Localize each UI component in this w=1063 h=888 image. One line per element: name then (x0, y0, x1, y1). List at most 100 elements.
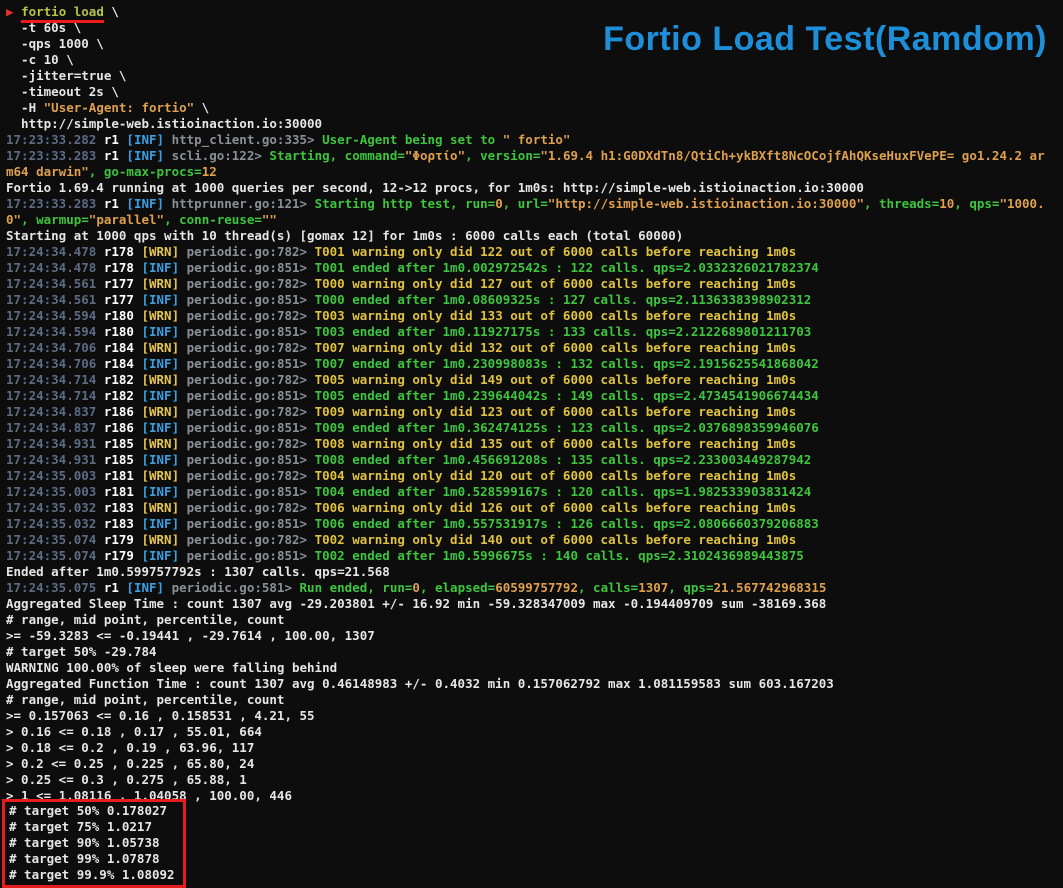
log-level-info-badge: [INF] (141, 260, 187, 275)
timestamp: 17:24:35.003 (6, 468, 104, 483)
log-level-warning-badge: [WRN] (141, 404, 187, 419)
log-message-success: , version= (465, 148, 541, 163)
terminal-text: Aggregated Function Time : count 1307 av… (6, 676, 834, 691)
timestamp: 17:24:35.032 (6, 500, 104, 515)
terminal-text: # target 50% -29.784 (6, 644, 157, 659)
terminal-line: # target 75% 1.0217 (9, 819, 175, 835)
thread-id: r181 (103, 468, 142, 483)
thread-id: r180 (103, 324, 142, 339)
log-message-success: , elapsed= (419, 580, 496, 595)
terminal-text: > 0.2 <= 0.25 , 0.225 , 65.80, 24 (6, 756, 255, 771)
source-location: scli.go:122> (171, 148, 270, 163)
log-message-success: T004 ended after 1m0.528599167s : 120 ca… (314, 484, 812, 499)
terminal-line: Aggregated Sleep Time : count 1307 avg -… (6, 596, 1063, 612)
source-location: periodic.go:782> (186, 468, 315, 483)
source-location: periodic.go:782> (186, 244, 315, 259)
title-annotation: Fortio Load Test(Ramdom) (603, 20, 1047, 58)
string-value: 60599757792 (495, 580, 578, 595)
string-value: " fortio" (502, 132, 571, 147)
terminal-text: > 0.16 <= 0.18 , 0.17 , 55.01, 664 (6, 724, 262, 739)
timestamp: 17:24:34.561 (6, 276, 104, 291)
terminal-window: { "palette": { "background": "#0d0d0d", … (0, 0, 1063, 888)
terminal-text: \ (103, 4, 119, 19)
terminal-text: Starting at 1000 qps with 10 thread(s) [… (6, 228, 684, 243)
source-location: periodic.go:851> (186, 292, 315, 307)
source-location: periodic.go:782> (186, 500, 315, 515)
timestamp: 17:24:34.478 (6, 260, 104, 275)
timestamp: 17:24:35.074 (6, 532, 104, 547)
terminal-line: 17:24:35.074 r179 [INF] periodic.go:851>… (6, 548, 1063, 564)
log-message-warning: T000 warning only did 127 out of 6000 ca… (314, 276, 797, 291)
source-location: periodic.go:851> (186, 324, 315, 339)
terminal-line: 17:23:33.283 r1 [INF] scli.go:122> Start… (6, 148, 1063, 164)
terminal-line: 17:24:34.706 r184 [INF] periodic.go:851>… (6, 356, 1063, 372)
log-message-success: T003 ended after 1m0.11927175s : 133 cal… (314, 324, 812, 339)
terminal-line: 17:24:34.594 r180 [WRN] periodic.go:782>… (6, 308, 1063, 324)
log-message-success: T006 ended after 1m0.557531917s : 126 ca… (314, 516, 819, 531)
terminal-line: Ended after 1m0.599757792s : 1307 calls.… (6, 564, 1063, 580)
string-value: 0 (412, 580, 420, 595)
prompt-arrow-icon: ▶ (6, 4, 22, 19)
thread-id: r186 (103, 420, 142, 435)
terminal-line: # range, mid point, percentile, count (6, 692, 1063, 708)
terminal-line: >= -59.3283 <= -0.19441 , -29.7614 , 100… (6, 628, 1063, 644)
terminal-line: 17:24:34.931 r185 [WRN] periodic.go:782>… (6, 436, 1063, 452)
terminal-line: > 0.25 <= 0.3 , 0.275 , 65.88, 1 (6, 772, 1063, 788)
log-level-warning-badge: [WRN] (141, 340, 187, 355)
terminal-line: 17:24:34.478 r178 [WRN] periodic.go:782>… (6, 244, 1063, 260)
log-message-success: , warmup= (21, 212, 89, 227)
log-message-success: T005 ended after 1m0.239644042s : 149 ca… (314, 388, 819, 403)
timestamp: 17:24:34.561 (6, 292, 104, 307)
log-level-info-badge: [INF] (141, 356, 187, 371)
log-level-info-badge: [INF] (126, 196, 172, 211)
timestamp: 17:24:34.594 (6, 324, 104, 339)
thread-id: r1 (103, 580, 127, 595)
terminal-line: 17:24:34.478 r178 [INF] periodic.go:851>… (6, 260, 1063, 276)
log-message-success: , go-max-procs= (88, 164, 202, 179)
thread-id: r1 (103, 196, 127, 211)
timestamp: 17:24:34.706 (6, 340, 104, 355)
terminal-line: > 0.2 <= 0.25 , 0.225 , 65.80, 24 (6, 756, 1063, 772)
log-message-success: , conn-reuse= (164, 212, 262, 227)
string-value: 21.567742968315 (713, 580, 827, 595)
log-message-success: , qps= (954, 196, 1000, 211)
timestamp: 17:24:34.706 (6, 356, 104, 371)
terminal-line: http://simple-web.istioinaction.io:30000 (6, 116, 1063, 132)
terminal-text: # target 90% 1.05738 (9, 835, 160, 850)
terminal-line: 17:24:34.714 r182 [WRN] periodic.go:782>… (6, 372, 1063, 388)
terminal-text: >= -59.3283 <= -0.19441 , -29.7614 , 100… (6, 628, 375, 643)
source-location: periodic.go:851> (186, 356, 315, 371)
terminal-output: ▶ fortio load \ -t 60s \ -qps 1000 \ -c … (0, 0, 1063, 888)
terminal-line: ▶ fortio load \ (6, 4, 1063, 23)
log-level-info-badge: [INF] (141, 420, 187, 435)
thread-id: r181 (103, 484, 142, 499)
timestamp: 17:24:34.837 (6, 420, 104, 435)
source-location: periodic.go:581> (171, 580, 300, 595)
string-value: "1000. (999, 196, 1045, 211)
log-level-warning-badge: [WRN] (141, 244, 187, 259)
log-message-success: T009 ended after 1m0.362474125s : 123 ca… (314, 420, 819, 435)
log-level-warning-badge: [WRN] (141, 276, 187, 291)
log-message-success: T008 ended after 1m0.456691208s : 135 ca… (314, 452, 812, 467)
terminal-text: Aggregated Sleep Time : count 1307 avg -… (6, 596, 827, 611)
timestamp: 17:24:34.837 (6, 404, 104, 419)
terminal-text: > 0.25 <= 0.3 , 0.275 , 65.88, 1 (6, 772, 247, 787)
thread-id: r185 (103, 452, 142, 467)
thread-id: r184 (103, 340, 142, 355)
source-location: periodic.go:782> (186, 276, 315, 291)
log-message-warning: T009 warning only did 123 out of 6000 ca… (314, 404, 797, 419)
terminal-line: -jitter=true \ (6, 68, 1063, 84)
terminal-text: # range, mid point, percentile, count (6, 692, 285, 707)
source-location: periodic.go:782> (186, 404, 315, 419)
terminal-line: # target 50% 0.178027 (9, 803, 175, 819)
log-message-success: T002 ended after 1m0.5996675s : 140 call… (314, 548, 804, 563)
terminal-line: 17:24:34.931 r185 [INF] periodic.go:851>… (6, 452, 1063, 468)
log-message-warning: T005 warning only did 149 out of 6000 ca… (314, 372, 797, 387)
string-value: "1.69.4 h1:G0DXdTn8/QtiCh+ykBXft8NcOCojf… (540, 148, 1045, 163)
log-level-info-badge: [INF] (141, 388, 187, 403)
timestamp: 17:24:35.032 (6, 516, 104, 531)
string-value: "" (261, 212, 277, 227)
terminal-line: 17:24:35.032 r183 [INF] periodic.go:851>… (6, 516, 1063, 532)
terminal-line: 17:24:35.003 r181 [WRN] periodic.go:782>… (6, 468, 1063, 484)
thread-id: r180 (103, 308, 142, 323)
